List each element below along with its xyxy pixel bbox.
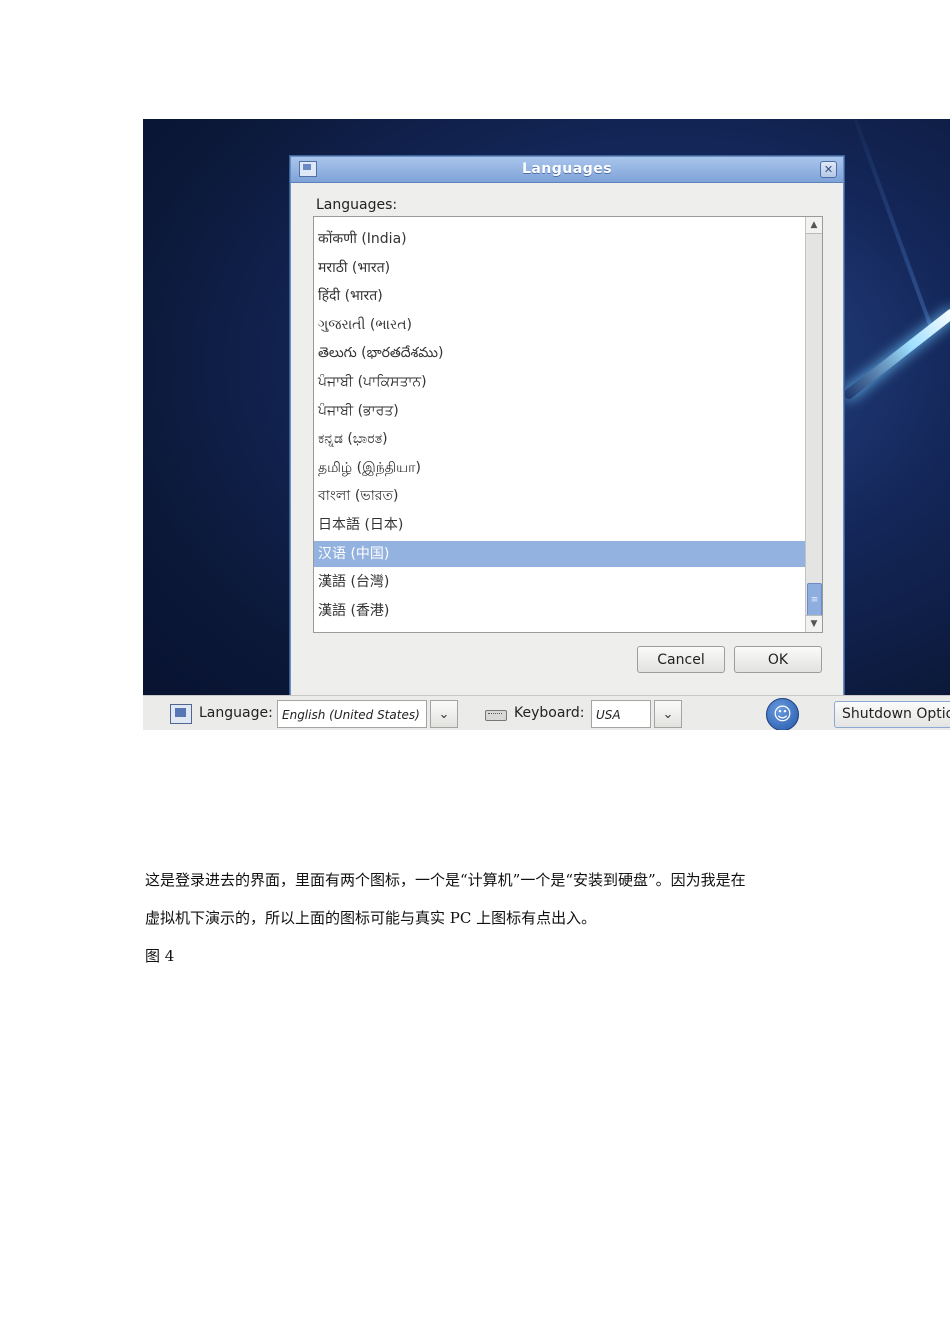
- language-list-item[interactable]: ગુજરાતી (ભારત): [314, 312, 805, 338]
- language-list-item[interactable]: कोंकणी (India): [314, 226, 805, 252]
- language-list-item[interactable]: ਪੰਜਾਬੀ (ਭਾਰਤ): [314, 398, 805, 424]
- language-list-item[interactable]: ਪੰਜਾਬੀ (ਪਾਕਿਸਤਾਨ): [314, 369, 805, 395]
- installer-screenshot: Languages ✕ Languages: कोंकणी (India) मरा…: [143, 119, 950, 730]
- languages-list-label: Languages:: [316, 197, 398, 213]
- chevron-down-icon[interactable]: ⌄: [430, 700, 458, 728]
- ok-button[interactable]: OK: [734, 646, 822, 673]
- language-list-item[interactable]: தமிழ் (இந்தியா): [314, 455, 805, 481]
- cancel-button[interactable]: Cancel: [637, 646, 725, 673]
- shutdown-options-button[interactable]: Shutdown Optio: [834, 701, 950, 728]
- language-label: Language:: [199, 705, 273, 721]
- language-select[interactable]: English (United States): [277, 700, 427, 728]
- accessibility-icon[interactable]: ☺: [766, 698, 799, 730]
- language-list-item[interactable]: 日本語 (日本): [314, 512, 805, 538]
- dialog-title: Languages: [521, 161, 613, 177]
- scrollbar[interactable]: ▲ ≡ ▼: [805, 217, 822, 632]
- close-icon[interactable]: ✕: [820, 161, 837, 178]
- scroll-thumb[interactable]: ≡: [807, 583, 822, 617]
- keyboard-icon: [485, 710, 507, 721]
- language-list-item[interactable]: ಕನ್ನಡ (ಭಾರತ): [314, 426, 805, 452]
- languages-list[interactable]: कोंकणी (India) मराठी (भारत) हिंदी (भारत) ગુ…: [313, 216, 823, 633]
- background-comet: [841, 306, 950, 402]
- bottom-panel: Language: English (United States) ⌄ Keyb…: [143, 695, 950, 730]
- figure-caption: 图 4: [145, 947, 175, 965]
- dialog-titlebar[interactable]: Languages ✕: [291, 157, 843, 183]
- languages-dialog: Languages ✕ Languages: कोंकणी (India) मरा…: [290, 156, 844, 697]
- chevron-down-icon[interactable]: ⌄: [654, 700, 682, 728]
- language-list-item[interactable]: বাংলা (ভারত): [314, 483, 805, 509]
- language-list-item[interactable]: 漢語 (台灣): [314, 569, 805, 595]
- language-list-item[interactable]: मराठी (भारत): [314, 255, 805, 281]
- language-list-item[interactable]: తెలుగు (భారతదేశము): [314, 340, 805, 366]
- scroll-down-icon[interactable]: ▼: [806, 615, 822, 632]
- background-glow: [841, 119, 935, 332]
- body-paragraph-line-2: 虚拟机下演示的，所以上面的图标可能与真实 PC 上图标有点出入。: [145, 909, 597, 927]
- language-list-item[interactable]: हिंदी (भारत): [314, 283, 805, 309]
- scroll-up-icon[interactable]: ▲: [806, 217, 822, 234]
- body-paragraph-line-1: 这是登录进去的界面，里面有两个图标，一个是“计算机”一个是“安装到硬盘”。因为我…: [145, 871, 746, 889]
- keyboard-label: Keyboard:: [514, 705, 585, 721]
- language-list-item[interactable]: 汉语 (中国): [314, 540, 805, 567]
- flag-icon: [170, 704, 192, 724]
- language-list-item[interactable]: 漢語 (香港): [314, 598, 805, 624]
- keyboard-select[interactable]: USA: [591, 700, 651, 728]
